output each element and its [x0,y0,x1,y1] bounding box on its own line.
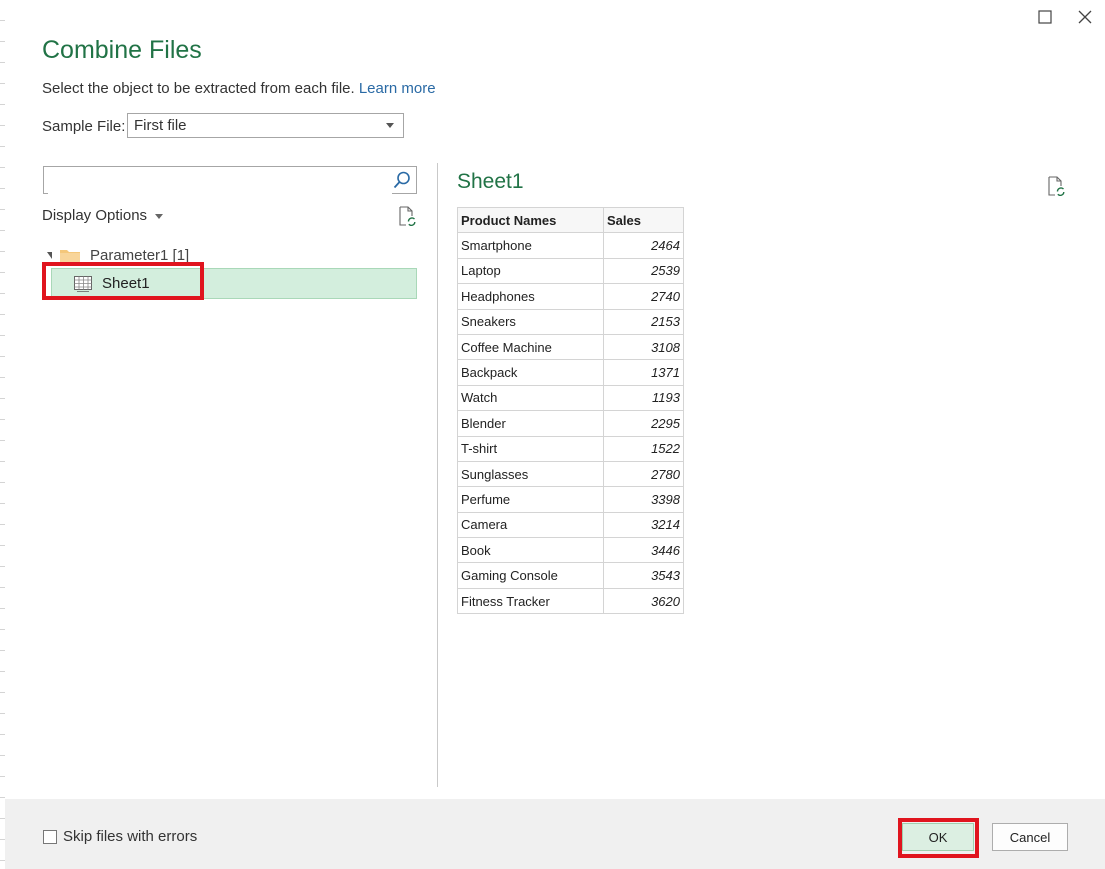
table-row: Camera 3214 [457,511,684,539]
ok-button[interactable]: OK [902,823,974,851]
search-input[interactable] [48,168,392,194]
cell-sales: 2295 [603,410,684,437]
dialog-title: Combine Files [42,36,202,64]
cell-product-name: Blender [457,410,604,437]
cell-product-name: Perfume [457,486,604,513]
cell-product-name: Laptop [457,257,604,285]
search-box [43,166,417,194]
table-row: Watch 1193 [457,384,684,412]
cell-product-name: Camera [457,511,604,539]
chevron-down-icon [386,123,394,128]
pane-splitter[interactable] [437,163,438,787]
cell-sales: 3620 [603,587,684,615]
display-options-label: Display Options [42,207,148,224]
table-row: Sneakers 2153 [457,308,684,335]
column-header: Sales [603,206,684,234]
tree-item-sheet1[interactable]: Sheet1 [51,268,417,299]
cell-sales: 2740 [603,283,684,310]
table-row: Backpack 1371 [457,359,684,386]
expand-triangle-icon[interactable] [47,251,52,259]
search-icon[interactable] [392,170,412,190]
cell-sales: 2780 [603,460,684,488]
table-row: Headphones 2740 [457,283,684,310]
cell-product-name: Sneakers [457,308,604,335]
cell-sales: 2464 [603,232,684,259]
close-button[interactable] [1070,4,1100,30]
table-row: Fitness Tracker 3620 [457,587,684,615]
cell-product-name: Smartphone [457,232,604,259]
display-options-dropdown[interactable]: Display Options [42,207,164,224]
cell-sales: 3214 [603,511,684,539]
dialog-footer: Skip files with errors OK Cancel [5,799,1105,869]
cell-sales: 1522 [603,435,684,462]
skip-files-option[interactable]: Skip files with errors [43,828,197,845]
cell-product-name: Gaming Console [457,562,604,589]
cell-sales: 2153 [603,308,684,335]
cell-product-name: Backpack [457,359,604,386]
table-row: T-shirt 1522 [457,435,684,462]
cell-sales: 3446 [603,537,684,564]
folder-icon [60,249,80,263]
tree-item-label: Sheet1 [102,275,150,292]
dialog-subtitle: Select the object to be extracted from e… [42,80,436,97]
maximize-icon [1038,10,1052,24]
cell-product-name: Sunglasses [457,460,604,488]
table-row: Coffee Machine 3108 [457,333,684,361]
preview-table: Product Names Sales Smartphone 2464 Laptop… [457,206,684,615]
table-row: Book 3446 [457,537,684,564]
skip-files-checkbox[interactable] [43,829,57,844]
cell-product-name: Headphones [457,283,604,310]
combine-files-dialog: Combine Files Select the object to be ex… [5,0,1105,869]
cell-sales: 3543 [603,562,684,589]
subtitle-text: Select the object to be extracted from e… [42,80,355,97]
maximize-button[interactable] [1030,4,1060,30]
table-row: Smartphone 2464 [457,232,684,259]
sample-file-value: First file [134,117,187,134]
table-row: Sunglasses 2780 [457,460,684,488]
table-header-row: Product Names Sales [457,206,684,234]
preview-table-body: Smartphone 2464 Laptop 2539 Headphones 2740 Sn… [457,232,684,615]
table-row: Blender 2295 [457,410,684,437]
sample-file-dropdown[interactable]: First file [127,113,404,138]
cancel-button[interactable]: Cancel [992,823,1068,851]
close-icon [1078,10,1092,24]
sample-file-label: Sample File: [42,118,126,135]
cell-product-name: Watch [457,384,604,412]
refresh-preview-icon[interactable] [398,206,416,226]
refresh-preview-icon[interactable] [1047,176,1065,196]
preview-title: Sheet1 [457,170,524,193]
table-row: Laptop 2539 [457,257,684,285]
table-row: Gaming Console 3543 [457,562,684,589]
cell-sales: 3108 [603,333,684,361]
chevron-down-icon [155,213,164,219]
cell-product-name: T-shirt [457,435,604,462]
cell-sales: 1371 [603,359,684,386]
skip-files-label: Skip files with errors [63,828,198,845]
cell-sales: 2539 [603,257,684,285]
cell-product-name: Fitness Tracker [457,587,604,615]
cell-sales: 3398 [603,486,684,513]
cell-product-name: Coffee Machine [457,333,604,361]
table-row: Perfume 3398 [457,486,684,513]
tree-folder-parameter1[interactable]: Parameter1 [1] [47,244,189,266]
column-header: Product Names [457,206,604,234]
cell-product-name: Book [457,537,604,564]
cell-sales: 1193 [603,384,684,412]
folder-label: Parameter1 [1] [90,246,190,264]
learn-more-link[interactable]: Learn more [359,80,436,97]
table-icon [74,275,92,292]
